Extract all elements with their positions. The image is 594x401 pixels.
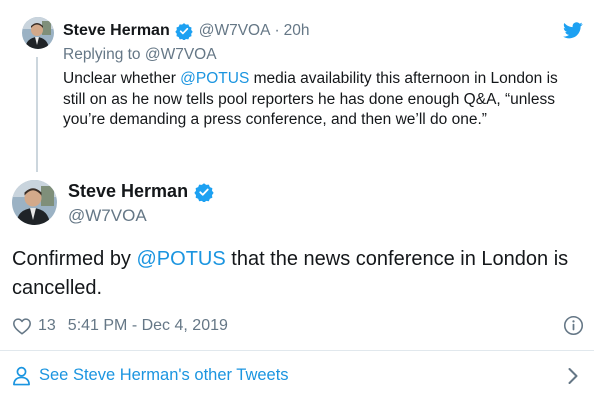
person-icon [12,366,31,386]
embedded-tweet-card: Steve Herman @W7VOA · 20h Replying to @W… [0,0,594,401]
header-separator: · [274,22,280,39]
replying-to-line: Replying to @W7VOA [63,46,217,64]
tweet-meta-row: 13 5:41 PM - Dec 4, 2019 [12,315,228,337]
main-author-avatar[interactable] [12,180,57,225]
parent-text-part-1: Unclear whether [63,70,181,87]
parent-author-handle[interactable]: @W7VOA [199,22,271,40]
heart-icon[interactable] [12,317,32,335]
verified-badge-icon [175,22,193,41]
parent-tweet[interactable]: Steve Herman @W7VOA · 20h Replying to @W… [0,0,594,172]
parent-tweet-time[interactable]: 20h [284,22,310,40]
twitter-bird-icon[interactable] [563,22,583,39]
chevron-right-icon[interactable] [567,367,579,385]
like-count[interactable]: 13 [38,317,56,335]
verified-badge-icon [194,182,214,203]
replying-to-label: Replying to [63,46,141,63]
see-other-tweets-link[interactable]: See Steve Herman's other Tweets [0,351,594,401]
parent-author-name[interactable]: Steve Herman [63,22,170,40]
parent-mention-link[interactable]: @POTUS [180,70,249,87]
main-mention-link[interactable]: @POTUS [137,248,226,270]
thread-connector-line [36,57,38,172]
replying-to-mention-link[interactable]: @W7VOA [145,46,217,63]
info-icon[interactable] [563,315,584,336]
main-author-name[interactable]: Steve Herman [68,181,188,202]
see-other-tweets-label[interactable]: See Steve Herman's other Tweets [39,366,289,385]
parent-author-avatar[interactable] [22,17,54,49]
parent-tweet-text: Unclear whether @POTUS media availabilit… [63,69,583,131]
main-text-part-1: Confirmed by [12,248,137,270]
main-author-handle[interactable]: @W7VOA [68,206,147,226]
main-tweet-text: Confirmed by @POTUS that the news confer… [12,245,582,303]
tweet-timestamp[interactable]: 5:41 PM - Dec 4, 2019 [68,317,228,335]
